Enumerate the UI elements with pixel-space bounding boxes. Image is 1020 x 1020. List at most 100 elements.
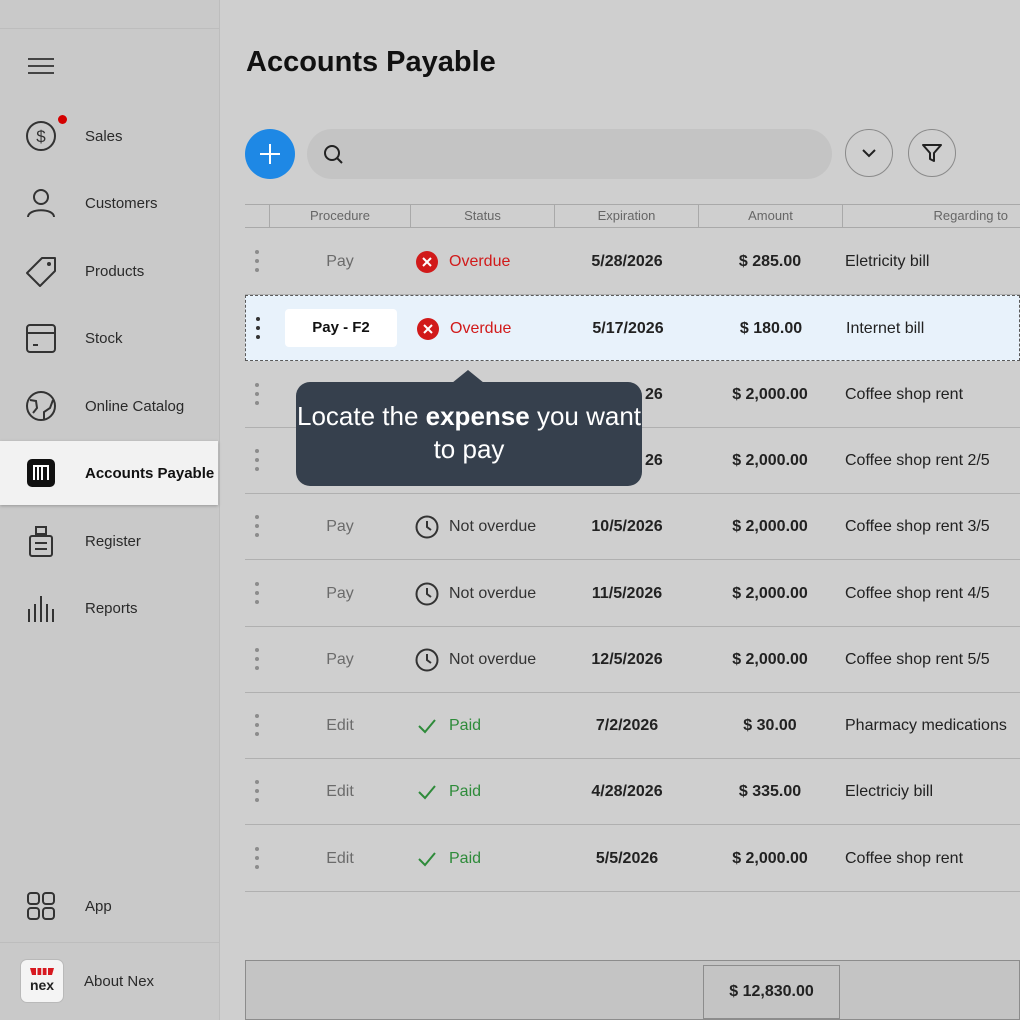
procedure-button[interactable]: Pay [271,627,409,693]
row-menu-icon[interactable] [254,581,260,606]
sidebar-item-customers[interactable]: Customers [0,171,218,235]
check-icon [415,780,439,804]
regarding-cell: Coffee shop rent 3/5 [845,518,990,536]
table-header: Procedure Status Expiration Amount Regar… [245,204,1020,228]
table-footer: $ 12,830.00 [245,960,1020,1020]
table-row[interactable]: Edit Paid 7/2/2026 $ 30.00 Pharmacy medicati… [245,693,1020,760]
search-bar[interactable] [307,129,832,181]
sidebar-item-accounts-payable[interactable]: Accounts Payable [0,441,218,505]
sidebar-item-label: Sales [85,127,123,145]
sidebar-item-label: Customers [85,194,158,212]
globe-icon [22,387,60,425]
amount-cell: $ 2,000.00 [732,518,808,536]
svg-text:$: $ [36,127,46,146]
add-button[interactable] [245,129,295,179]
regarding-cell: Coffee shop rent [845,385,964,403]
amount-cell: $ 30.00 [743,717,797,735]
status-cell: Overdue [416,296,511,362]
row-menu-icon[interactable] [254,448,260,473]
row-menu-icon[interactable] [254,382,260,407]
regarding-cell: Coffee shop rent 4/5 [845,584,990,602]
amount-cell: $ 2,000.00 [732,650,808,668]
sidebar-item-label: App [85,897,112,915]
search-icon [324,145,343,164]
expiration-cell: 7/2/2026 [595,717,659,735]
table-row[interactable]: Pay Overdue 5/28/2026 $ 285.00 Eletricity bi… [245,229,1020,295]
hamburger-menu-icon[interactable] [28,58,54,78]
sidebar-item-label: Reports [85,599,138,617]
table-row[interactable]: Pay - F2 Overdue 5/17/2026 $ 180.00 Internet… [245,295,1020,362]
sidebar-item-products[interactable]: Products [0,239,218,303]
header-cell-status[interactable]: Status [410,205,554,227]
header-cell-procedure[interactable]: Procedure [269,205,410,227]
sidebar-item-sales[interactable]: $ Sales [0,104,218,168]
status-cell: Overdue [415,229,510,295]
amount-cell: $ 2,000.00 [732,385,808,403]
procedure-button[interactable]: Edit [271,759,409,825]
sidebar-item-label: About Nex [84,972,155,990]
amount-cell: $ 180.00 [739,320,803,338]
expiration-cell: 12/5/2026 [591,650,663,668]
status-cell: Paid [415,826,481,892]
expiration-cell: 5/28/2026 [591,253,663,270]
sidebar-item-label: Products [85,262,145,280]
sidebar-item-register[interactable]: Register [0,509,218,573]
row-menu-icon[interactable] [254,846,260,871]
table-row[interactable]: Pay Not overdue 12/5/2026 $ 2,000.00 Coffee … [245,627,1020,693]
sidebar-item-stock[interactable]: Stock [0,306,218,370]
status-label: Paid [449,717,482,735]
expiration-cell: 5/5/2026 [595,849,659,867]
filter-button[interactable] [908,129,956,177]
filter-icon [922,144,942,162]
status-cell: Not overdue [415,561,536,627]
header-cell-regarding[interactable]: Regarding to [842,205,1020,227]
table-row[interactable]: Pay Not overdue 11/5/2026 $ 2,000.00 Coffee … [245,561,1020,627]
search-input[interactable] [357,129,821,181]
regarding-cell: Internet bill [846,320,925,338]
table-row[interactable]: Pay Not overdue 10/5/2026 $ 2,000.00 Coffee … [245,494,1020,561]
sidebar-item-about[interactable]: About Nex [64,949,214,1013]
procedure-button[interactable]: Edit [271,693,409,759]
sidebar-divider-top [0,28,220,29]
sidebar-item-online-catalog[interactable]: Online Catalog [0,374,218,438]
overdue-x-icon [415,250,439,274]
status-cell: Not overdue [415,494,536,560]
sidebar-item-reports[interactable]: Reports [0,576,218,640]
status-cell: Paid [415,693,481,759]
header-cell-select [245,205,269,227]
regarding-cell: Eletricity bill [845,253,930,270]
expand-button[interactable] [845,129,893,177]
sidebar-item-label: Stock [85,329,123,347]
table-row[interactable]: Edit Paid 5/5/2026 $ 2,000.00 Coffee shop re… [245,826,1020,892]
row-menu-icon[interactable] [254,780,260,804]
status-label: Paid [449,849,482,867]
app-grid-icon [22,887,60,925]
nex-logo-icon: nex [20,959,64,1003]
expiration-cell: 5/17/2026 [592,320,664,338]
header-cell-expiration[interactable]: Expiration [554,205,698,227]
row-menu-icon[interactable] [255,317,261,341]
total-amount: $ 12,830.00 [703,965,840,1019]
procedure-button[interactable]: Pay - F2 [285,309,397,348]
row-menu-icon[interactable] [254,647,260,672]
status-label: Paid [449,783,482,801]
header-cell-amount[interactable]: Amount [698,205,842,227]
dollar-circle-icon: $ [22,117,60,155]
procedure-button[interactable]: Pay [271,229,409,295]
table-row[interactable]: Edit Paid 4/28/2026 $ 335.00 Electriciy bill [245,759,1020,826]
row-menu-icon[interactable] [254,714,260,738]
procedure-button[interactable]: Pay [271,561,409,627]
status-label: Overdue [449,253,511,270]
row-menu-icon[interactable] [254,515,260,539]
procedure-button[interactable]: Pay [271,494,409,560]
row-menu-icon[interactable] [254,250,260,274]
tag-icon [22,252,60,290]
status-label: Overdue [450,320,512,338]
status-label: Not overdue [449,518,537,536]
status-label: Not overdue [449,650,537,668]
sidebar-item-label: Register [85,532,141,550]
plus-icon [260,144,280,164]
sidebar-item-app[interactable]: App [0,874,218,938]
procedure-button[interactable]: Edit [271,826,409,892]
onboarding-tooltip: Locate the expense you want to pay [296,370,642,486]
